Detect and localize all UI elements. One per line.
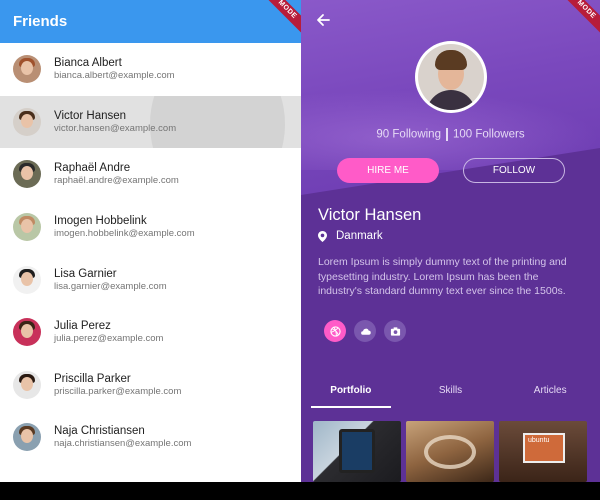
back-arrow-icon[interactable] — [314, 11, 332, 29]
dribbble-icon[interactable] — [324, 320, 346, 342]
friend-email: lisa.garnier@example.com — [54, 280, 167, 292]
avatar — [13, 213, 41, 242]
friend-email: julia.perez@example.com — [54, 333, 164, 345]
follow-stats: 90 Following 100 Followers — [301, 128, 600, 141]
profile-name: Victor Hansen — [318, 206, 422, 224]
friend-name: Imogen Hobbelink — [54, 215, 147, 228]
friend-list-item[interactable]: Julia Perez julia.perez@example.com — [0, 306, 301, 359]
friend-email: raphaël.andre@example.com — [54, 175, 179, 187]
cloud-icon[interactable] — [354, 320, 376, 342]
avatar — [13, 423, 41, 452]
friend-name: Raphaël Andre — [54, 162, 131, 175]
tab-articles[interactable]: Articles — [500, 374, 600, 408]
location-text: Danmark — [336, 230, 383, 242]
friend-name: Victor Hansen — [54, 109, 127, 122]
avatar — [13, 318, 41, 347]
friend-name: Priscilla Parker — [54, 372, 131, 385]
debug-banner: MODE — [261, 0, 301, 36]
friend-email: bianca.albert@example.com — [54, 70, 175, 82]
avatar — [13, 160, 41, 189]
follow-button[interactable]: FOLLOW — [463, 158, 565, 183]
portfolio-image-film-reel[interactable] — [406, 421, 494, 482]
friend-name: Bianca Albert — [54, 57, 122, 70]
friend-list-item-selected[interactable]: Victor Hansen victor.hansen@example.com — [0, 95, 301, 149]
profile-bio: Lorem Ipsum is simply dummy text of the … — [318, 256, 567, 297]
location-pin-icon — [318, 230, 327, 242]
portfolio-image-tablet[interactable] — [313, 421, 401, 482]
profile-avatar — [415, 41, 487, 113]
tab-portfolio[interactable]: Portfolio — [301, 374, 401, 408]
friend-list-item[interactable]: Imogen Hobbelink imogen.hobbelink@example… — [0, 201, 301, 254]
portfolio-gallery: ubuntu — [313, 421, 587, 482]
friend-name: Naja Christiansen — [54, 425, 145, 438]
profile-tabs: Portfolio Skills Articles — [301, 374, 600, 408]
portfolio-image-laptop[interactable]: ubuntu — [499, 421, 587, 482]
avatar — [13, 370, 41, 399]
app-title: Friends — [13, 13, 68, 30]
friend-email: priscilla.parker@example.com — [54, 385, 182, 397]
friend-name: Lisa Garnier — [54, 267, 117, 280]
camera-icon[interactable] — [384, 320, 406, 342]
tab-skills[interactable]: Skills — [401, 374, 501, 408]
friend-list-item[interactable]: Raphaël Andre raphaël.andre@example.com — [0, 148, 301, 201]
friend-list-item[interactable]: Bianca Albert bianca.albert@example.com — [0, 43, 301, 96]
following-count[interactable]: 90 Following — [376, 129, 441, 141]
avatar — [13, 265, 41, 294]
avatar — [13, 107, 41, 136]
friend-list-item[interactable]: Lisa Garnier lisa.garnier@example.com — [0, 253, 301, 306]
stats-divider — [445, 128, 448, 141]
friend-list-item[interactable]: Naja Christiansen naja.christiansen@examp… — [0, 411, 301, 464]
friend-email: victor.hansen@example.com — [54, 122, 177, 134]
ubuntu-label: ubuntu — [528, 437, 550, 444]
followers-count[interactable]: 100 Followers — [453, 129, 525, 141]
friend-name: Julia Perez — [54, 320, 111, 333]
friend-list-item[interactable]: Priscilla Parker priscilla.parker@example… — [0, 359, 301, 412]
avatar — [13, 55, 41, 84]
hire-me-button[interactable]: HIRE ME — [337, 158, 439, 183]
friend-email: naja.christiansen@example.com — [54, 438, 192, 450]
app-bar: Friends MODE — [0, 0, 301, 43]
profile-pane: MODE 90 Following 100 Followers HIRE ME F… — [301, 0, 600, 482]
bottom-strip — [0, 482, 600, 500]
location: Danmark — [318, 230, 383, 242]
friend-email: imogen.hobbelink@example.com — [54, 228, 195, 240]
diagonal-divider — [301, 148, 600, 230]
social-links — [324, 320, 406, 342]
friends-pane: Friends MODE Bianca Albert bianca.albert@… — [0, 0, 301, 482]
